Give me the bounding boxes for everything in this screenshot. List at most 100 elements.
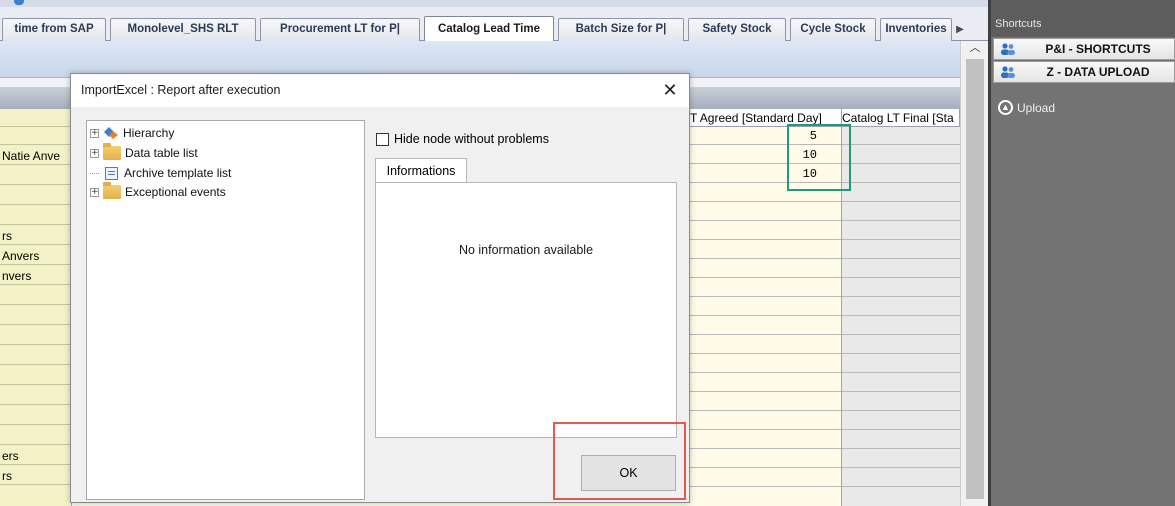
grid-cell[interactable] xyxy=(690,412,841,430)
grid-cell[interactable] xyxy=(842,469,960,487)
row-label[interactable] xyxy=(0,187,72,205)
column-header-final[interactable]: Catalog LT Final [Sta xyxy=(842,109,960,127)
vertical-scrollbar[interactable]: ︿ xyxy=(960,41,988,506)
row-label[interactable] xyxy=(0,427,72,445)
shortcut-z-data-upload[interactable]: Z - DATA UPLOAD xyxy=(993,61,1175,83)
grid-cell[interactable] xyxy=(690,184,841,202)
row-label[interactable] xyxy=(0,207,72,225)
row-label[interactable] xyxy=(0,109,72,127)
grid-cell[interactable] xyxy=(842,336,960,354)
upload-arrow-icon: ▲ xyxy=(998,100,1013,115)
diamond-icon xyxy=(104,127,118,139)
row-label[interactable]: rs xyxy=(0,467,72,485)
expand-icon[interactable]: + xyxy=(90,128,99,138)
tab-time-from-sap[interactable]: time from SAP xyxy=(2,18,106,41)
grid-cell[interactable] xyxy=(842,127,960,145)
grid-cell[interactable] xyxy=(842,355,960,373)
grid-cell[interactable] xyxy=(690,317,841,335)
grid-cell[interactable] xyxy=(842,203,960,221)
grid-cell[interactable] xyxy=(690,298,841,316)
report-dialog: ImportExcel : Report after execution ✕ +… xyxy=(70,73,690,503)
grid-cell[interactable] xyxy=(842,317,960,335)
row-label[interactable] xyxy=(0,347,72,365)
grid-cell[interactable] xyxy=(690,336,841,354)
row-label[interactable] xyxy=(0,407,72,425)
row-label[interactable]: Natie Anve xyxy=(0,147,72,165)
row-label[interactable] xyxy=(0,287,72,305)
ok-button[interactable]: OK xyxy=(581,455,676,491)
grid-cell[interactable] xyxy=(842,146,960,164)
row-label[interactable] xyxy=(0,327,72,345)
grid-cell[interactable] xyxy=(842,184,960,202)
row-label[interactable] xyxy=(0,387,72,405)
checkbox[interactable] xyxy=(376,132,389,146)
grid-cell[interactable] xyxy=(842,374,960,392)
tab-catalog-lead-time[interactable]: Catalog Lead Time xyxy=(424,16,554,42)
expand-icon[interactable]: + xyxy=(90,187,99,197)
dialog-title-bar[interactable]: ImportExcel : Report after execution ✕ xyxy=(71,74,689,107)
tree-item-label: Data table list xyxy=(125,146,198,160)
close-icon[interactable]: ✕ xyxy=(659,79,681,101)
tab-monolevel-shs-rlt[interactable]: Monolevel_SHS RLT xyxy=(110,18,256,41)
grid-cell[interactable] xyxy=(690,203,841,221)
row-label[interactable] xyxy=(0,307,72,325)
triangle-right-icon[interactable]: ▶ xyxy=(952,21,968,39)
row-label[interactable] xyxy=(0,167,72,185)
upload-link[interactable]: ▲ Upload xyxy=(998,100,1055,115)
grid-cell[interactable] xyxy=(842,279,960,297)
scrollbar-thumb[interactable] xyxy=(966,59,984,499)
grid-cell[interactable] xyxy=(690,355,841,373)
grid-cell[interactable]: 10 xyxy=(690,146,841,164)
tab-procurement-lt[interactable]: Procurement LT for P| xyxy=(260,18,420,41)
grid-cell[interactable] xyxy=(690,279,841,297)
grid-cell[interactable] xyxy=(690,222,841,240)
tree-item-archive-template-list[interactable]: Archive template list xyxy=(90,164,231,182)
hide-node-checkbox[interactable]: Hide node without problems xyxy=(376,132,549,146)
row-label[interactable]: nvers xyxy=(0,267,72,285)
shortcut-pi-shortcuts[interactable]: P&I - SHORTCUTS xyxy=(993,38,1175,60)
grid-cell[interactable] xyxy=(842,260,960,278)
grid-cell[interactable]: 10 xyxy=(690,165,841,183)
tree-item-exceptional-events[interactable]: + Exceptional events xyxy=(90,182,226,201)
tree-item-data-table-list[interactable]: + Data table list xyxy=(90,143,198,162)
tree-connector xyxy=(90,172,99,174)
row-label[interactable]: ers xyxy=(0,447,72,465)
tab-safety-stock[interactable]: Safety Stock xyxy=(688,18,786,41)
grid-cell[interactable] xyxy=(690,393,841,411)
tree-item-hierarchy[interactable]: + Hierarchy xyxy=(90,124,174,142)
column-header-agreed[interactable]: T Agreed [Standard Day] xyxy=(690,109,842,127)
grid-cell[interactable] xyxy=(842,298,960,316)
top-strip xyxy=(0,0,988,7)
grid-cell[interactable] xyxy=(842,450,960,468)
sheet-tab-bar: time from SAP Monolevel_SHS RLT Procurem… xyxy=(0,7,988,42)
row-label[interactable] xyxy=(0,367,72,385)
grid-cell[interactable] xyxy=(690,260,841,278)
row-label[interactable]: Anvers xyxy=(0,247,72,265)
row-label[interactable] xyxy=(0,127,72,145)
grid-cell[interactable] xyxy=(690,469,841,487)
tab-batch-size[interactable]: Batch Size for P| xyxy=(558,18,684,41)
upload-label: Upload xyxy=(1017,100,1056,115)
grid-cell[interactable]: 5 xyxy=(690,127,841,145)
grid-cell[interactable] xyxy=(842,165,960,183)
chevron-up-icon[interactable]: ︿ xyxy=(968,41,982,55)
shortcuts-pane: Shortcuts P&I - SHORTCUTS Z - DATA UPLOA… xyxy=(988,0,1175,506)
tab-inventories[interactable]: Inventories xyxy=(880,18,952,41)
grid-cell[interactable] xyxy=(842,222,960,240)
grid-cell[interactable] xyxy=(690,431,841,449)
tab-informations[interactable]: Informations xyxy=(375,158,467,183)
grid-cell[interactable] xyxy=(842,431,960,449)
tree-item-label: Hierarchy xyxy=(123,126,175,140)
app-menu-blip[interactable] xyxy=(14,0,24,5)
grid-cell[interactable] xyxy=(842,393,960,411)
grid-cell[interactable] xyxy=(842,241,960,259)
grid-cell[interactable] xyxy=(690,374,841,392)
grid-cell[interactable] xyxy=(690,241,841,259)
tab-cycle-stock[interactable]: Cycle Stock xyxy=(790,18,876,41)
grid-cell[interactable] xyxy=(690,450,841,468)
grid-cell[interactable] xyxy=(842,412,960,430)
row-label-column: Natie Anve rs Anvers nvers ers rs xyxy=(0,109,72,506)
row-label[interactable]: rs xyxy=(0,227,72,245)
expand-icon[interactable]: + xyxy=(90,148,99,158)
folder-icon xyxy=(103,143,121,160)
